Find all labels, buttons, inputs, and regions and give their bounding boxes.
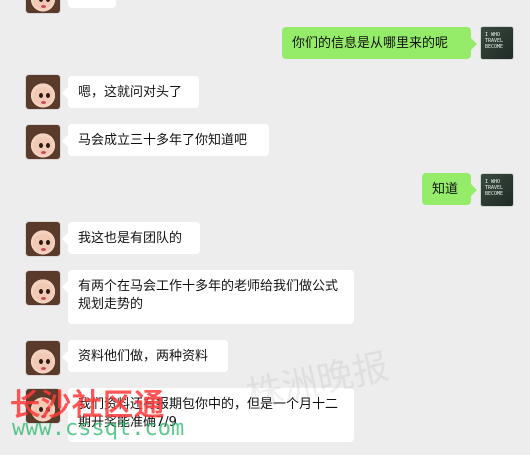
- avatar-label: I WHO TRAVEL BECOME: [485, 179, 504, 197]
- avatar-self[interactable]: I WHO TRAVEL BECOME: [480, 26, 514, 60]
- message-text: 资料他们做，两种资料: [78, 349, 209, 364]
- avatar-self[interactable]: I WHO TRAVEL BECOME: [480, 173, 514, 207]
- avatar-contact[interactable]: [25, 74, 61, 110]
- avatar-contact[interactable]: [25, 270, 61, 306]
- message-bubble-left-7[interactable]: 资料他们做，两种资料: [62, 340, 228, 372]
- message-text: 知道: [432, 182, 459, 197]
- watermark-green: www.cssqt.com: [12, 416, 185, 441]
- message-bubble-top-partial[interactable]: [62, 0, 116, 8]
- message-bubble-right-1[interactable]: 你们的信息是从哪里来的呢: [282, 27, 477, 59]
- message-bubble-left-3[interactable]: 马会成立三十多年了你知道吧: [62, 124, 269, 156]
- message-text: 马会成立三十多年了你知道吧: [78, 133, 248, 148]
- message-text: 我这也是有团队的: [78, 231, 183, 246]
- message-bubble-left-2[interactable]: 嗯，这就问对头了: [62, 76, 199, 108]
- avatar-contact[interactable]: [25, 340, 61, 376]
- message-bubble-right-4[interactable]: 知道: [422, 173, 477, 205]
- message-text: 你们的信息是从哪里来的呢: [292, 36, 449, 51]
- avatar-contact[interactable]: [25, 124, 61, 160]
- avatar-top-partial: [25, 0, 61, 14]
- message-text: 嗯，这就问对头了: [78, 85, 183, 100]
- message-text: 有两个在马会工作十多年的老师给我们做公式规划走势的: [78, 279, 339, 312]
- avatar-contact[interactable]: [25, 221, 61, 257]
- message-bubble-left-5[interactable]: 我这也是有团队的: [62, 222, 200, 254]
- message-bubble-left-6[interactable]: 有两个在马会工作十多年的老师给我们做公式规划走势的: [62, 270, 354, 324]
- avatar-label: I WHO TRAVEL BECOME: [485, 32, 504, 50]
